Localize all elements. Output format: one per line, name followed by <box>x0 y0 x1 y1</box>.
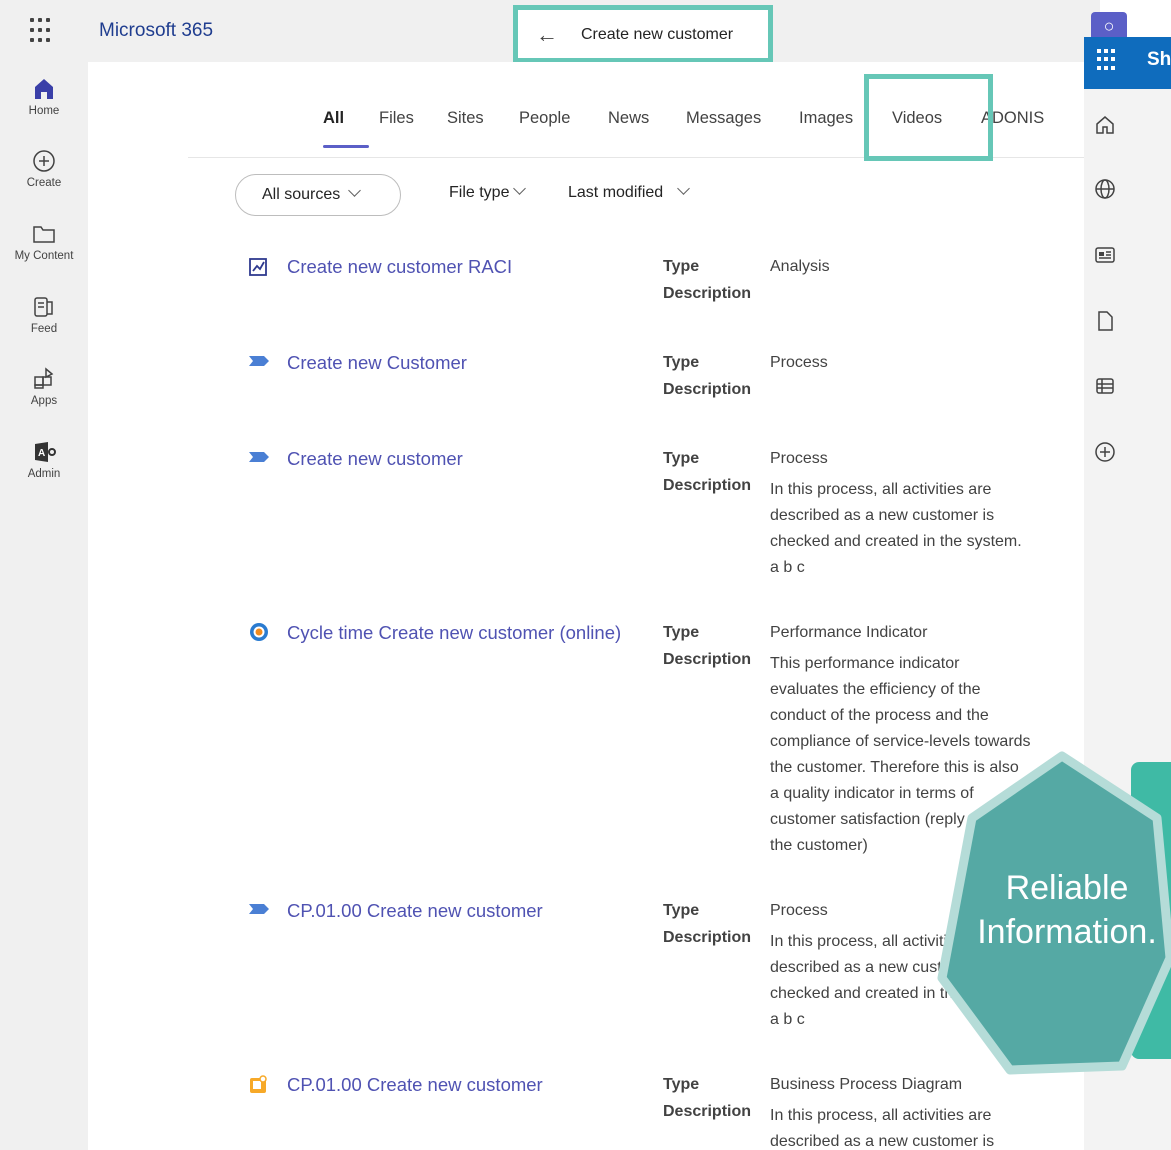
app-title[interactable]: Microsoft 365 <box>99 20 213 42</box>
globe-icon[interactable] <box>1093 177 1117 201</box>
top-bar: Microsoft 365 ← Create new customer ○ <box>0 0 1127 63</box>
left-app-rail: Home Create My Content Feed Apps A Admin <box>0 62 88 1150</box>
description-value: In this process, all activities are desc… <box>770 1107 995 1150</box>
rail-item-home[interactable]: Home <box>0 76 88 117</box>
result-title-link[interactable]: CP.01.00 Create new customer <box>287 1074 543 1096</box>
app-launcher-icon[interactable] <box>30 18 56 44</box>
process-icon <box>249 452 269 462</box>
type-value: Process <box>770 450 828 467</box>
add-circle-icon <box>33 150 55 172</box>
type-value: Analysis <box>770 258 830 275</box>
rail-label: Home <box>28 105 60 117</box>
business-process-diagram-icon <box>250 1075 267 1093</box>
sharepoint-title: Sh <box>1147 49 1171 70</box>
result-title-link[interactable]: CP.01.00 Create new customer <box>287 900 543 922</box>
type-value: Process <box>770 354 828 371</box>
rail-label: Create <box>26 177 62 189</box>
chevron-down-icon <box>677 182 691 195</box>
type-label: Type <box>663 354 700 371</box>
rail-label: My Content <box>14 250 74 262</box>
result-title-link[interactable]: Cycle time Create new customer (online) <box>287 622 621 644</box>
sources-filter[interactable]: All sources <box>235 174 401 216</box>
back-arrow-icon[interactable]: ← <box>536 22 558 48</box>
type-label: Type <box>663 258 700 275</box>
description-label: Description <box>663 477 752 494</box>
sources-filter-label: All sources <box>262 186 341 203</box>
callout-badge-text: Reliable Information. <box>932 866 1171 954</box>
badge-line-2: Information. <box>977 913 1157 951</box>
type-label: Type <box>663 902 700 919</box>
tab-files[interactable]: Files <box>379 109 414 128</box>
app-launcher-icon[interactable] <box>1097 49 1119 71</box>
adonis-tab-highlight <box>864 74 993 161</box>
rail-item-create[interactable]: Create <box>0 148 88 189</box>
type-value: Process <box>770 902 828 919</box>
process-icon <box>249 356 269 366</box>
result-title-link[interactable]: Create new customer <box>287 448 463 470</box>
description-label: Description <box>663 1103 752 1120</box>
badge-line-1: Reliable <box>1005 869 1129 907</box>
process-icon <box>249 904 269 914</box>
tab-all[interactable]: All <box>323 109 344 128</box>
description-label: Description <box>663 381 752 398</box>
sharepoint-header: Sh <box>1084 37 1171 89</box>
chevron-down-icon <box>513 182 527 195</box>
rail-item-my-content[interactable]: My Content <box>0 221 88 262</box>
rail-label: Admin <box>27 468 61 480</box>
description-value: In this process, all activities are desc… <box>770 481 1022 576</box>
folder-icon <box>33 226 55 243</box>
file-type-filter[interactable]: File type <box>449 182 527 202</box>
home-outline-icon[interactable] <box>1093 113 1117 137</box>
feed-icon <box>34 297 53 317</box>
search-box[interactable]: ← Create new customer <box>513 5 773 63</box>
type-label: Type <box>663 1076 700 1093</box>
add-circle-icon[interactable] <box>1093 440 1117 464</box>
filter-bar: All sources File type Last modified <box>235 174 835 216</box>
tab-people[interactable]: People <box>519 109 570 128</box>
type-label: Type <box>663 624 700 641</box>
description-label: Description <box>663 285 752 302</box>
news-icon[interactable] <box>1093 243 1117 267</box>
home-icon <box>35 79 53 99</box>
analysis-icon <box>249 258 267 276</box>
svg-text:A: A <box>38 448 45 459</box>
tab-images[interactable]: Images <box>799 109 853 128</box>
chevron-down-icon <box>348 184 362 197</box>
result-title-link[interactable]: Create new Customer <box>287 352 467 374</box>
active-tab-indicator <box>323 145 369 148</box>
file-type-filter-label: File type <box>449 184 510 201</box>
type-value: Business Process Diagram <box>770 1076 963 1093</box>
list-icon[interactable] <box>1093 374 1117 398</box>
rail-item-apps[interactable]: Apps <box>0 366 88 407</box>
rail-label: Feed <box>30 323 58 335</box>
tab-messages[interactable]: Messages <box>686 109 761 128</box>
description-label: Description <box>663 929 752 946</box>
type-value: Performance Indicator <box>770 624 928 641</box>
tab-sites[interactable]: Sites <box>447 109 484 128</box>
search-query[interactable]: Create new customer <box>581 26 733 44</box>
tab-news[interactable]: News <box>608 109 649 128</box>
rail-item-admin[interactable]: A Admin <box>0 439 88 480</box>
admin-icon: A <box>35 442 56 462</box>
rail-label: Apps <box>30 395 58 407</box>
result-title-link[interactable]: Create new customer RACI <box>287 256 512 278</box>
type-label: Type <box>663 450 700 467</box>
last-modified-filter-label: Last modified <box>568 184 664 201</box>
performance-indicator-icon <box>250 623 268 641</box>
rail-item-feed[interactable]: Feed <box>0 294 88 335</box>
last-modified-filter[interactable]: Last modified <box>568 182 691 202</box>
description-label: Description <box>663 651 752 668</box>
apps-icon <box>34 367 54 389</box>
document-icon[interactable] <box>1093 309 1117 333</box>
